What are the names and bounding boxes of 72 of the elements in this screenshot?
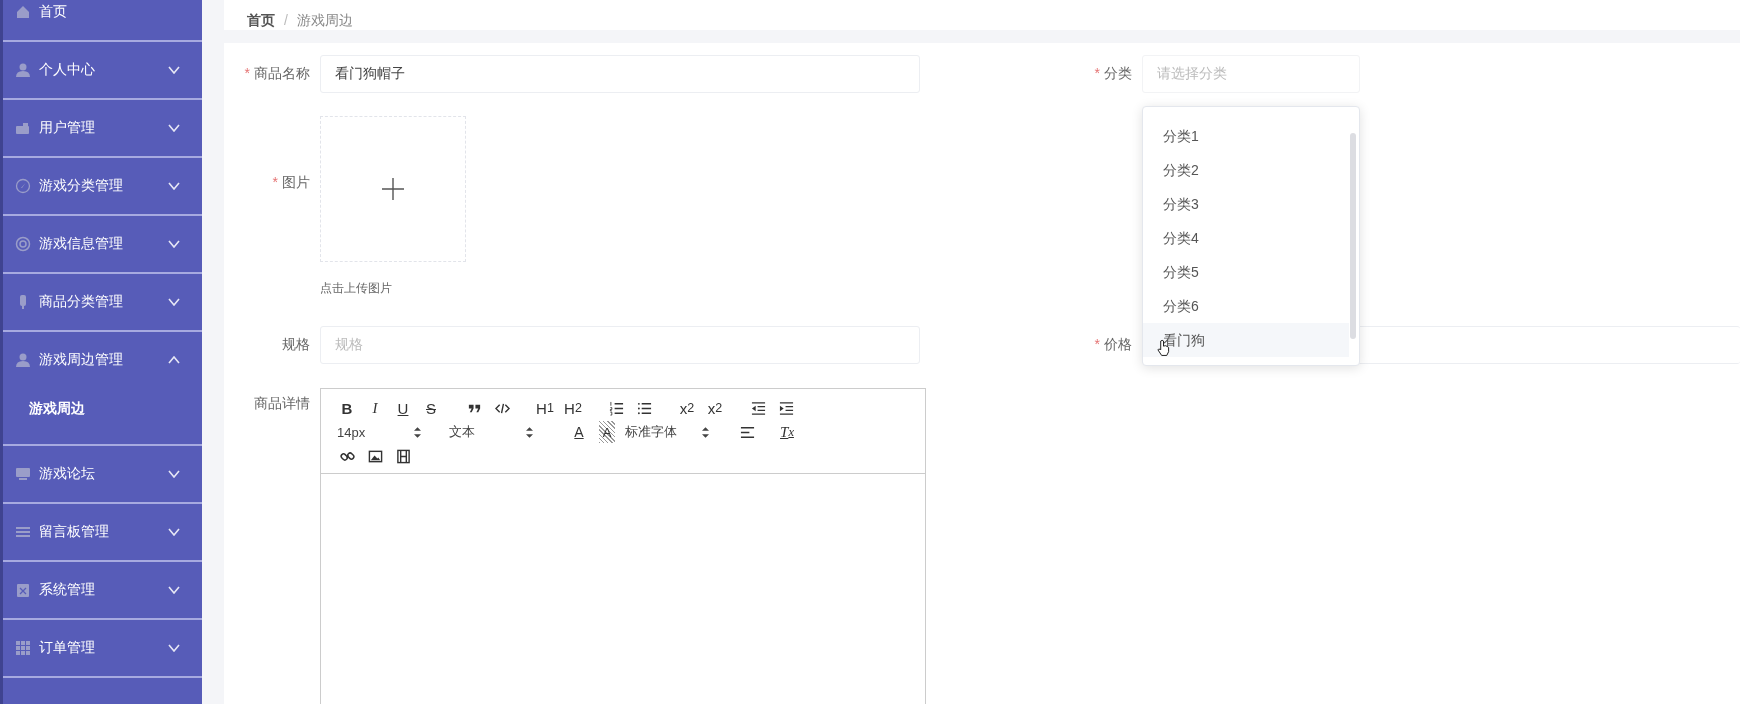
person-icon — [15, 62, 31, 78]
menu-item[interactable]: 留言板管理 — [3, 504, 202, 560]
menu-item-label: 首页 — [39, 3, 68, 21]
dropdown-option[interactable]: 分类6 — [1143, 289, 1349, 323]
menu-item-label: 用户管理 — [39, 119, 96, 137]
lifebuoy-icon — [15, 236, 31, 252]
field-label: 规格 — [281, 336, 310, 354]
italic-button[interactable]: I — [361, 397, 389, 419]
grid-icon — [15, 640, 31, 656]
list-icon — [15, 524, 31, 540]
menu-item[interactable]: 用户管理 — [3, 100, 202, 156]
menu-item-label: 游戏分类管理 — [39, 177, 124, 195]
dropdown-option[interactable]: 看门狗 — [1143, 323, 1349, 357]
strikethrough-button[interactable]: S — [417, 397, 445, 419]
breadcrumb-separator: / — [284, 12, 288, 30]
menu-item-label: 商品分类管理 — [39, 293, 124, 311]
person-icon — [15, 352, 31, 368]
submenu-item[interactable]: 游戏周边 — [3, 388, 202, 444]
up-down-arrow-icon — [526, 426, 533, 438]
breadcrumb-link[interactable]: 游戏周边 — [296, 12, 353, 30]
menu-item-label: 游戏论坛 — [39, 465, 96, 483]
house-icon — [15, 4, 31, 20]
plus-icon — [381, 177, 405, 201]
menu-item-label: 游戏周边管理 — [39, 351, 124, 369]
name-field[interactable]: 看门狗帽子 — [320, 55, 920, 93]
dropdown[interactable]: 标准字体 — [621, 421, 721, 443]
dropdown-option[interactable]: 分类3 — [1143, 187, 1349, 221]
menu-item[interactable]: 订单管理 — [3, 620, 202, 676]
menu-item[interactable]: 首页 — [3, 0, 202, 40]
ordered-list-icon — [608, 400, 624, 416]
scrollbar[interactable] — [1350, 133, 1356, 339]
menu-item[interactable]: 个人中心 — [3, 42, 202, 98]
menu-item-label: 系统管理 — [39, 581, 96, 599]
breadcrumb-link[interactable]: 首页 — [247, 12, 275, 30]
dropdown-option[interactable]: 分类1 — [1143, 119, 1349, 153]
menu-item[interactable]: 游戏分类管理 — [3, 158, 202, 214]
compass-icon — [15, 178, 31, 194]
align-icon — [739, 424, 755, 440]
menu-item-label: 订单管理 — [39, 639, 96, 657]
menu-item[interactable]: 游戏周边管理 — [3, 332, 202, 388]
up-down-arrow-icon — [414, 426, 421, 438]
menu-item[interactable]: 游戏信息管理 — [3, 216, 202, 272]
outdent-icon — [750, 400, 766, 416]
dropdown[interactable]: 14px — [333, 421, 433, 443]
menu-item[interactable]: 系统管理 — [3, 562, 202, 618]
dropdown-option[interactable]: 分类2 — [1143, 153, 1349, 187]
upload-hint: 点击上传图片 — [320, 280, 393, 297]
field-label: * 分类 — [1093, 65, 1132, 83]
field-label: 商品详情 — [253, 395, 310, 413]
field-label: * 价格 — [1093, 336, 1132, 354]
menu-item[interactable]: 游戏论坛 — [3, 446, 202, 502]
field-label: * 图片 — [271, 174, 310, 192]
font-color-button[interactable]: A — [565, 421, 593, 443]
monitor-icon — [15, 466, 31, 482]
dropdown[interactable]: 文本 — [445, 421, 545, 443]
indent-icon — [778, 400, 794, 416]
image-icon — [367, 448, 383, 464]
background-color-button[interactable]: A — [599, 421, 615, 443]
wallet-icon — [15, 120, 31, 136]
bullet-list-icon — [636, 400, 652, 416]
dropdown-option[interactable]: 分类5 — [1143, 255, 1349, 289]
menu-item-label: 留言板管理 — [39, 523, 110, 541]
dropdown-option[interactable]: 分类4 — [1143, 221, 1349, 255]
clipboard-icon — [15, 582, 31, 598]
video-icon — [395, 448, 411, 464]
menu-item-label: 个人中心 — [39, 61, 96, 79]
menu-item[interactable]: 商品分类管理 — [3, 274, 202, 330]
menu-item-label: 游戏信息管理 — [39, 235, 124, 253]
bold-button[interactable]: B — [333, 397, 361, 419]
field-label: * 商品名称 — [243, 65, 310, 83]
up-down-arrow-icon — [702, 426, 709, 438]
underline-button[interactable]: U — [389, 397, 417, 419]
